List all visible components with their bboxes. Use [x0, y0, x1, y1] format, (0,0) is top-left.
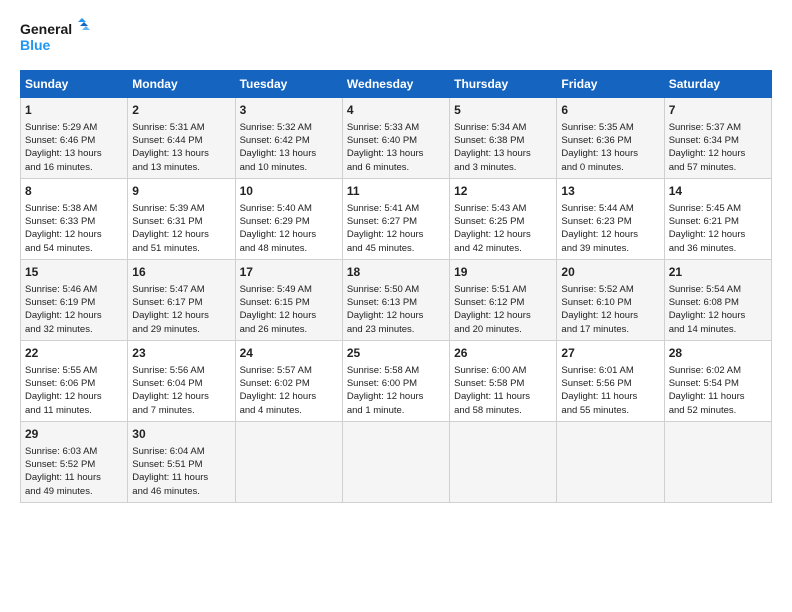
table-row: 5Sunrise: 5:34 AMSunset: 6:38 PMDaylight…: [450, 98, 557, 179]
table-row: 27Sunrise: 6:01 AMSunset: 5:56 PMDayligh…: [557, 340, 664, 421]
table-row: 11Sunrise: 5:41 AMSunset: 6:27 PMDayligh…: [342, 178, 449, 259]
table-row: [235, 421, 342, 502]
table-row: 23Sunrise: 5:56 AMSunset: 6:04 PMDayligh…: [128, 340, 235, 421]
header: General Blue: [20, 18, 772, 60]
table-row: [342, 421, 449, 502]
page: General Blue Sunday Monday Tuesday Wedne…: [0, 0, 792, 513]
table-row: 28Sunrise: 6:02 AMSunset: 5:54 PMDayligh…: [664, 340, 771, 421]
table-row: 7Sunrise: 5:37 AMSunset: 6:34 PMDaylight…: [664, 98, 771, 179]
table-row: 14Sunrise: 5:45 AMSunset: 6:21 PMDayligh…: [664, 178, 771, 259]
logo-svg: General Blue: [20, 18, 90, 60]
table-row: 17Sunrise: 5:49 AMSunset: 6:15 PMDayligh…: [235, 259, 342, 340]
table-row: 25Sunrise: 5:58 AMSunset: 6:00 PMDayligh…: [342, 340, 449, 421]
col-wednesday: Wednesday: [342, 71, 449, 98]
table-row: 22Sunrise: 5:55 AMSunset: 6:06 PMDayligh…: [21, 340, 128, 421]
table-row: 20Sunrise: 5:52 AMSunset: 6:10 PMDayligh…: [557, 259, 664, 340]
table-row: 1Sunrise: 5:29 AMSunset: 6:46 PMDaylight…: [21, 98, 128, 179]
table-row: 29Sunrise: 6:03 AMSunset: 5:52 PMDayligh…: [21, 421, 128, 502]
col-tuesday: Tuesday: [235, 71, 342, 98]
col-sunday: Sunday: [21, 71, 128, 98]
col-thursday: Thursday: [450, 71, 557, 98]
table-row: 16Sunrise: 5:47 AMSunset: 6:17 PMDayligh…: [128, 259, 235, 340]
table-row: 30Sunrise: 6:04 AMSunset: 5:51 PMDayligh…: [128, 421, 235, 502]
table-row: 3Sunrise: 5:32 AMSunset: 6:42 PMDaylight…: [235, 98, 342, 179]
col-saturday: Saturday: [664, 71, 771, 98]
col-monday: Monday: [128, 71, 235, 98]
svg-text:General: General: [20, 21, 72, 37]
table-row: 21Sunrise: 5:54 AMSunset: 6:08 PMDayligh…: [664, 259, 771, 340]
table-row: 12Sunrise: 5:43 AMSunset: 6:25 PMDayligh…: [450, 178, 557, 259]
table-row: 4Sunrise: 5:33 AMSunset: 6:40 PMDaylight…: [342, 98, 449, 179]
logo: General Blue: [20, 18, 90, 60]
table-row: [557, 421, 664, 502]
svg-text:Blue: Blue: [20, 37, 51, 53]
table-row: 15Sunrise: 5:46 AMSunset: 6:19 PMDayligh…: [21, 259, 128, 340]
table-row: 10Sunrise: 5:40 AMSunset: 6:29 PMDayligh…: [235, 178, 342, 259]
table-row: 19Sunrise: 5:51 AMSunset: 6:12 PMDayligh…: [450, 259, 557, 340]
table-row: 2Sunrise: 5:31 AMSunset: 6:44 PMDaylight…: [128, 98, 235, 179]
table-row: 26Sunrise: 6:00 AMSunset: 5:58 PMDayligh…: [450, 340, 557, 421]
table-row: 9Sunrise: 5:39 AMSunset: 6:31 PMDaylight…: [128, 178, 235, 259]
table-row: 13Sunrise: 5:44 AMSunset: 6:23 PMDayligh…: [557, 178, 664, 259]
table-row: [450, 421, 557, 502]
header-row: Sunday Monday Tuesday Wednesday Thursday…: [21, 71, 772, 98]
table-row: 8Sunrise: 5:38 AMSunset: 6:33 PMDaylight…: [21, 178, 128, 259]
table-row: 6Sunrise: 5:35 AMSunset: 6:36 PMDaylight…: [557, 98, 664, 179]
table-row: 18Sunrise: 5:50 AMSunset: 6:13 PMDayligh…: [342, 259, 449, 340]
col-friday: Friday: [557, 71, 664, 98]
calendar-table: Sunday Monday Tuesday Wednesday Thursday…: [20, 70, 772, 503]
table-row: [664, 421, 771, 502]
table-row: 24Sunrise: 5:57 AMSunset: 6:02 PMDayligh…: [235, 340, 342, 421]
